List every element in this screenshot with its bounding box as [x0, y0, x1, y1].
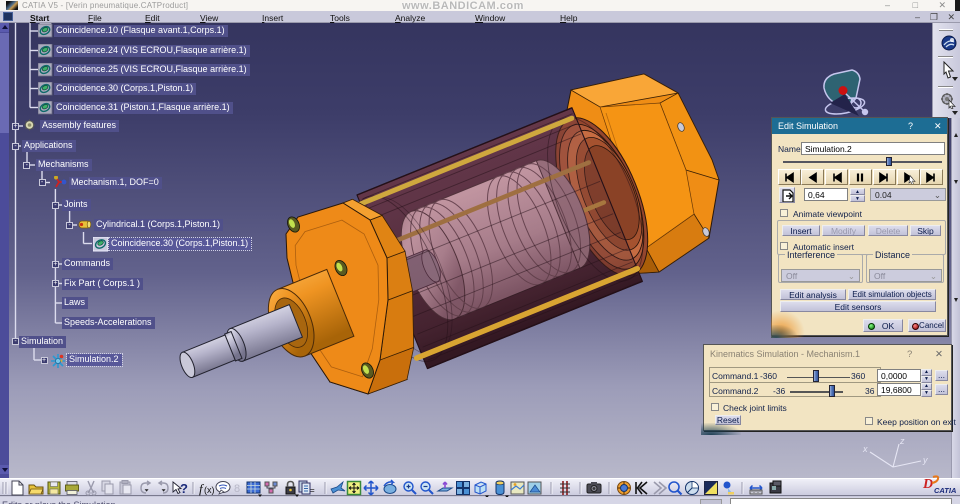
svg-text:?: ?: [180, 481, 188, 496]
svg-text:D: D: [922, 477, 933, 492]
svg-text:(x): (x): [204, 485, 215, 495]
svg-text:8: 8: [234, 483, 240, 495]
svg-text:CATIA: CATIA: [934, 486, 956, 495]
svg-text:=: =: [310, 486, 315, 495]
